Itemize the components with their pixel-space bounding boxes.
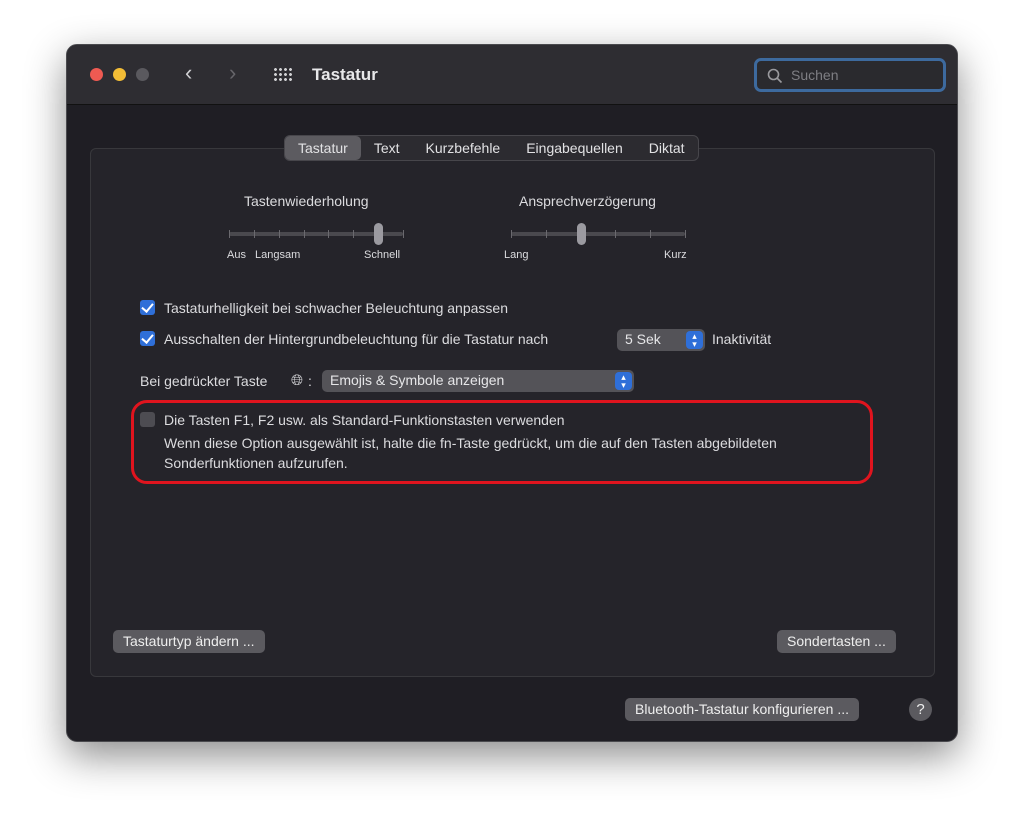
window-title: Tastatur [312, 65, 378, 84]
fn-keys-checkbox[interactable] [140, 412, 155, 427]
fn-keys-description: Sonderfunktionen aufzurufen. [164, 455, 348, 471]
backlight-checkbox[interactable] [140, 331, 155, 346]
tab-eingabequellen[interactable]: Eingabequellen [513, 136, 636, 160]
fn-keys-description: Wenn diese Option ausgewählt ist, halte … [164, 435, 777, 451]
brightness-label: Tastaturhelligkeit bei schwacher Beleuch… [164, 300, 508, 316]
modifier-keys-button[interactable]: Sondertasten ... [777, 630, 896, 653]
popup-value: Emojis & Symbole anzeigen [330, 372, 505, 388]
key-repeat-label: Tastenwiederholung [244, 193, 369, 209]
delay-slider[interactable] [511, 223, 686, 245]
search-placeholder: Suchen [791, 67, 839, 83]
backlight-label: Ausschalten der Hintergrundbeleuchtung f… [164, 331, 549, 347]
slider-tick [353, 230, 355, 238]
tab-kurzbefehle[interactable]: Kurzbefehle [413, 136, 514, 160]
tab-text[interactable]: Text [361, 136, 413, 160]
back-chevron-icon[interactable]: ‹ [185, 60, 192, 86]
search-input[interactable]: Suchen [754, 58, 946, 92]
globe-key-label: Bei gedrückter Taste [140, 373, 268, 389]
zoom-button[interactable] [136, 68, 149, 81]
fn-keys-label: Die Tasten F1, F2 usw. als Standard-Funk… [164, 412, 565, 428]
slider-tick [403, 230, 404, 238]
slider-tick [328, 230, 330, 238]
change-keyboard-type-button[interactable]: Tastaturtyp ändern ... [113, 630, 265, 653]
slider-tick [511, 230, 512, 238]
popup-value: 5 Sek [625, 331, 661, 347]
search-icon [767, 68, 783, 84]
slider-tick [278, 230, 280, 238]
grid-icon[interactable] [273, 67, 293, 83]
globe-action-popup[interactable]: Emojis & Symbole anzeigen ▴ ▾ [322, 370, 634, 392]
title-bar: ‹ › Tastatur Suchen [67, 45, 957, 105]
slider-tick [303, 230, 305, 238]
tab-diktat[interactable]: Diktat [636, 136, 698, 160]
slider-slow-label: Langsam [255, 249, 301, 261]
slider-thumb[interactable] [374, 223, 384, 245]
slider-tick [615, 230, 617, 238]
backlight-suffix: Inaktivität [712, 331, 772, 347]
slider-tick [685, 230, 686, 238]
backlight-timeout-popup[interactable]: 5 Sek ▴ ▾ [617, 329, 705, 351]
slider-tick [229, 230, 230, 238]
slider-tick [650, 230, 652, 238]
updown-chevron-icon: ▴ ▾ [615, 372, 632, 390]
slider-min-label: Lang [504, 249, 529, 261]
tab-tastatur[interactable]: Tastatur [285, 136, 361, 160]
globe-icon: 🌐︎ [291, 372, 304, 389]
slider-max-label: Schnell [364, 249, 401, 261]
slider-tick [545, 230, 547, 238]
tab-bar: Tastatur Text Kurzbefehle Eingabequellen… [284, 135, 699, 161]
preferences-window: ‹ › Tastatur Suchen Tastatur Text Kurzbe… [66, 44, 958, 742]
delay-label: Ansprechverzögerung [519, 193, 656, 209]
slider-thumb[interactable] [576, 223, 586, 245]
updown-chevron-icon: ▴ ▾ [686, 331, 703, 349]
brightness-checkbox[interactable] [140, 300, 155, 315]
colon: : [308, 373, 312, 389]
bluetooth-keyboard-button[interactable]: Bluetooth-Tastatur konfigurieren ... [625, 698, 860, 721]
minimize-button[interactable] [113, 68, 126, 81]
slider-min-label: Aus [227, 249, 246, 261]
help-button[interactable]: ? [909, 698, 932, 721]
slider-tick [253, 230, 255, 238]
close-button[interactable] [90, 68, 103, 81]
forward-chevron-icon[interactable]: › [229, 60, 236, 86]
slider-max-label: Kurz [664, 249, 687, 261]
key-repeat-slider[interactable] [229, 223, 404, 245]
